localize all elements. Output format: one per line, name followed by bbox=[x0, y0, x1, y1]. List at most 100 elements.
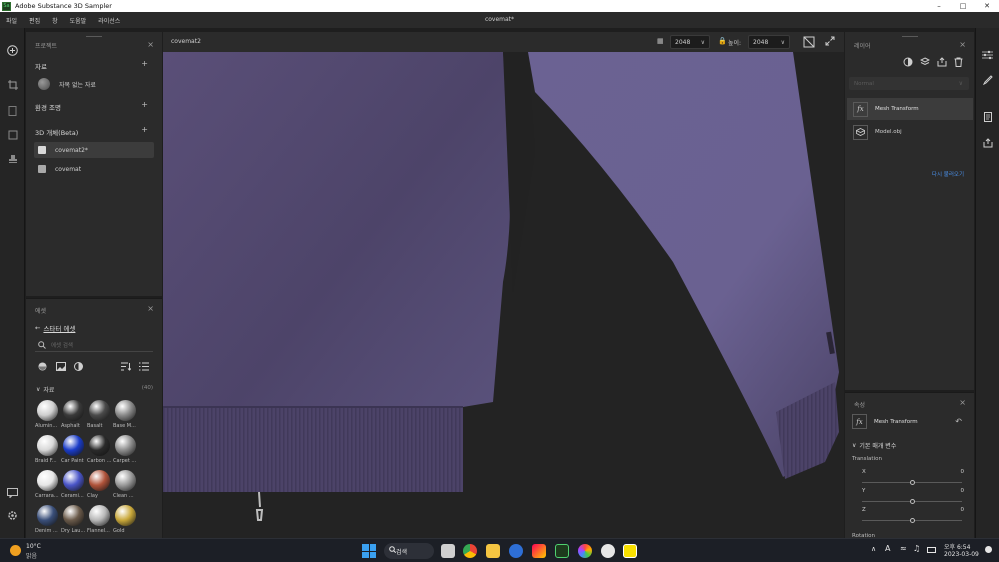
material-tile[interactable]: Cerami... bbox=[61, 470, 87, 503]
asset-search-field[interactable]: 에셋 검색 bbox=[35, 339, 153, 352]
material-tile[interactable]: Gold bbox=[113, 505, 139, 538]
add-filter-icon[interactable] bbox=[903, 57, 913, 69]
menu-help[interactable]: 도움말 bbox=[64, 16, 93, 25]
add-object-button[interactable]: + bbox=[141, 125, 148, 134]
render-view-icon[interactable] bbox=[803, 36, 815, 50]
minimize-button[interactable]: – bbox=[927, 0, 951, 12]
material-tile[interactable]: Carbon ... bbox=[87, 435, 113, 468]
chevron-up-icon[interactable]: ∧ bbox=[871, 545, 876, 553]
material-tile[interactable]: Carpet ... bbox=[113, 435, 139, 468]
battery-icon[interactable] bbox=[927, 547, 936, 553]
height-select[interactable]: 2048 ∨ bbox=[748, 35, 790, 49]
axis-value[interactable]: 0 bbox=[961, 488, 965, 494]
add-layer-icon[interactable] bbox=[919, 57, 931, 69]
menu-file[interactable]: 파일 bbox=[0, 16, 23, 25]
unnamed-material-item[interactable]: 자목 없는 자료 bbox=[34, 76, 154, 92]
material-tile[interactable]: Braid F... bbox=[35, 435, 61, 468]
color-wheel-app-icon[interactable] bbox=[578, 544, 592, 558]
add-environment-button[interactable]: + bbox=[141, 100, 148, 109]
task-view-icon[interactable] bbox=[441, 544, 455, 558]
file-explorer-icon[interactable] bbox=[486, 544, 500, 558]
crop-icon[interactable] bbox=[6, 78, 19, 91]
lock-icon[interactable]: 🔒 bbox=[718, 37, 727, 45]
list-view-icon[interactable] bbox=[139, 362, 149, 373]
add-material-button[interactable]: + bbox=[141, 59, 148, 68]
photos-icon[interactable] bbox=[532, 544, 546, 558]
menu-license[interactable]: 라이선스 bbox=[92, 16, 126, 25]
filter-image-icon[interactable] bbox=[56, 362, 66, 373]
close-icon[interactable]: × bbox=[147, 304, 154, 313]
layer-item-mesh-transform[interactable]: fx Mesh Transform bbox=[847, 98, 973, 120]
volume-icon[interactable]: ♫ bbox=[913, 544, 920, 553]
filter-environment-icon[interactable] bbox=[74, 362, 83, 373]
material-tile[interactable]: Basalt bbox=[87, 400, 113, 433]
object-item-covemat[interactable]: covemat bbox=[34, 161, 154, 177]
basic-params-toggle[interactable]: ∨ 기본 매개 변수 bbox=[852, 441, 896, 450]
chrome-icon[interactable] bbox=[463, 544, 477, 558]
share-icon[interactable] bbox=[981, 136, 994, 149]
sort-icon[interactable] bbox=[121, 362, 132, 373]
material-tile[interactable]: Alumin... bbox=[35, 400, 61, 433]
axis-slider-knob[interactable] bbox=[909, 480, 915, 485]
axis-value[interactable]: 0 bbox=[961, 507, 965, 513]
transform-icon[interactable] bbox=[6, 128, 19, 141]
layer-item-model[interactable]: Model.obj bbox=[847, 121, 973, 143]
sampler-taskbar-icon[interactable] bbox=[555, 544, 569, 558]
menu-window[interactable]: 창 bbox=[46, 16, 64, 25]
material-tile[interactable]: Denim ... bbox=[35, 505, 61, 538]
axis-value[interactable]: 0 bbox=[961, 469, 965, 475]
material-tile[interactable]: Clay bbox=[87, 470, 113, 503]
material-tile[interactable]: Car Paint bbox=[61, 435, 87, 468]
properties-panel: 속성 × fx Mesh Transform ↶ ∨ 기본 매개 변수 Tran… bbox=[845, 392, 974, 539]
document-icon[interactable] bbox=[6, 104, 19, 117]
add-icon[interactable] bbox=[6, 44, 19, 57]
axis-slider-knob[interactable] bbox=[909, 518, 915, 523]
reset-icon[interactable]: ↶ bbox=[955, 417, 962, 426]
taskbar-search[interactable]: 검색 bbox=[384, 543, 434, 559]
axis-slider-knob[interactable] bbox=[909, 499, 915, 504]
back-link[interactable]: ← 스타터 에셋 bbox=[35, 323, 75, 333]
close-window-button[interactable]: ✕ bbox=[975, 0, 999, 12]
material-preview-sphere bbox=[63, 435, 84, 456]
clock-time[interactable]: 오후 6:54 bbox=[944, 542, 970, 551]
filter-material-icon[interactable] bbox=[38, 362, 47, 373]
object-item-covemat2[interactable]: covemat2* bbox=[34, 142, 154, 158]
close-icon[interactable]: × bbox=[959, 398, 966, 407]
export-document-icon[interactable] bbox=[981, 110, 994, 123]
material-tile[interactable]: Dry Lau... bbox=[61, 505, 87, 538]
k-app-icon[interactable] bbox=[509, 544, 523, 558]
sliders-icon[interactable] bbox=[981, 48, 994, 61]
close-icon[interactable]: × bbox=[147, 40, 154, 49]
wifi-icon[interactable]: ≈ bbox=[900, 544, 907, 553]
material-tile[interactable]: Carrara... bbox=[35, 470, 61, 503]
blend-mode-select[interactable]: Normal ∨ bbox=[849, 77, 969, 90]
kakaotalk-icon[interactable] bbox=[623, 544, 637, 558]
material-tile[interactable]: Base M... bbox=[113, 400, 139, 433]
reload-link[interactable]: 다시 불러오기 bbox=[932, 170, 964, 178]
close-icon[interactable]: × bbox=[959, 40, 966, 49]
windows-start-icon[interactable] bbox=[362, 544, 376, 558]
stamp-icon[interactable] bbox=[6, 152, 19, 165]
ime-indicator[interactable]: A bbox=[885, 544, 890, 553]
materials-group-toggle[interactable]: ∨ 자료 bbox=[36, 385, 54, 394]
fullscreen-icon[interactable] bbox=[825, 36, 835, 48]
maximize-button[interactable]: □ bbox=[951, 0, 975, 12]
settings-icon[interactable] bbox=[6, 509, 19, 522]
feedback-icon[interactable] bbox=[6, 486, 19, 499]
3d-viewport[interactable] bbox=[163, 32, 844, 538]
weather-sun-icon[interactable] bbox=[10, 545, 21, 556]
menu-edit[interactable]: 편집 bbox=[23, 16, 46, 25]
notification-icon[interactable] bbox=[985, 546, 992, 553]
export-icon[interactable] bbox=[937, 57, 947, 69]
material-tile[interactable]: Asphalt bbox=[61, 400, 87, 433]
brush-icon[interactable] bbox=[981, 73, 994, 86]
clock-date[interactable]: 2023-03-09 bbox=[944, 551, 979, 558]
cube-icon bbox=[38, 165, 46, 173]
material-label: Alumin... bbox=[35, 423, 58, 429]
viewport-tab[interactable]: covemat2 bbox=[171, 38, 201, 45]
material-tile[interactable]: Clean ... bbox=[113, 470, 139, 503]
trash-icon[interactable] bbox=[954, 57, 963, 69]
width-select[interactable]: 2048 ∨ bbox=[670, 35, 710, 49]
material-tile[interactable]: Flannel... bbox=[87, 505, 113, 538]
chatgpt-icon[interactable] bbox=[601, 544, 615, 558]
